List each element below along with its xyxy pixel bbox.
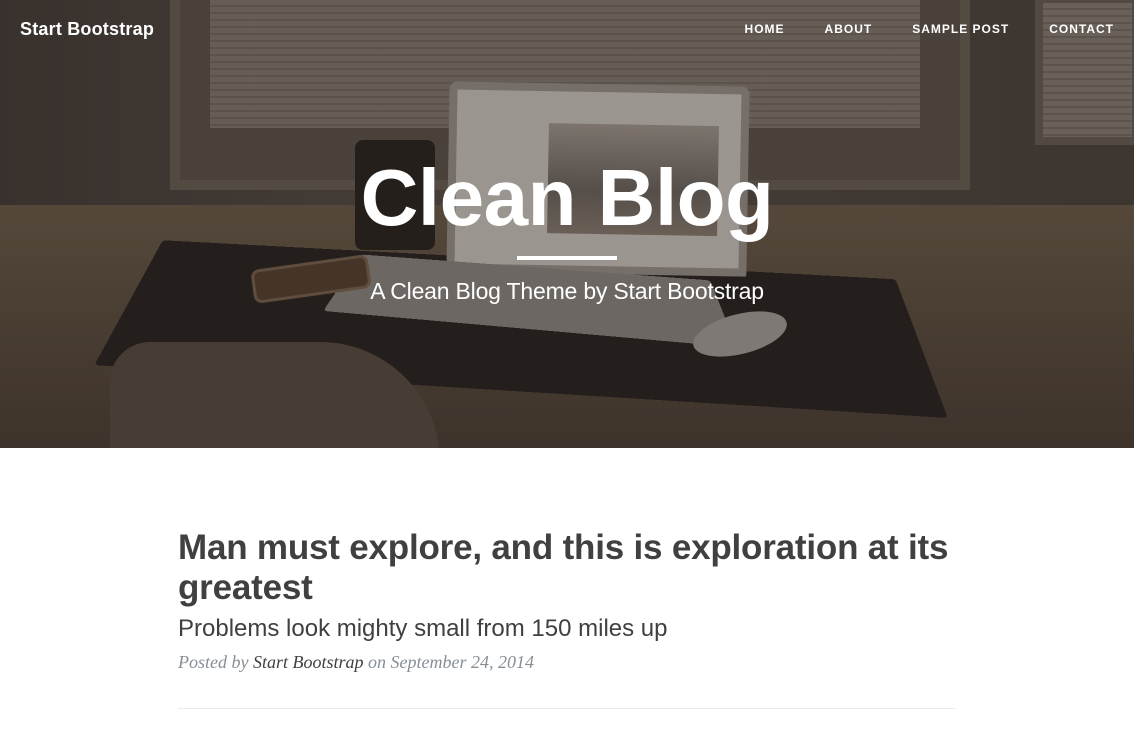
post-author-link[interactable]: Start Bootstrap (253, 652, 364, 672)
post-subtitle: Problems look mighty small from 150 mile… (178, 615, 668, 642)
nav-item-home[interactable]: HOME (725, 22, 805, 36)
heading-divider (517, 256, 617, 260)
nav-item-sample-post[interactable]: SAMPLE POST (892, 22, 1029, 36)
masthead: Start Bootstrap HOME ABOUT SAMPLE POST C… (0, 0, 1134, 448)
post-divider (178, 708, 956, 709)
nav-item-contact[interactable]: CONTACT (1029, 22, 1114, 36)
post-title: Man must explore, and this is exploratio… (178, 528, 949, 607)
site-title: Clean Blog (360, 153, 774, 242)
post-link[interactable]: Man must explore, and this is exploratio… (178, 528, 956, 644)
brand-link[interactable]: Start Bootstrap (20, 19, 154, 40)
post-meta: Posted by Start Bootstrap on September 2… (178, 652, 956, 673)
post-meta-on: on (368, 652, 386, 672)
nav-menu: HOME ABOUT SAMPLE POST CONTACT (725, 22, 1114, 36)
post-date: September 24, 2014 (390, 652, 534, 672)
site-heading: Clean Blog A Clean Blog Theme by Start B… (0, 150, 1134, 305)
site-subheading: A Clean Blog Theme by Start Bootstrap (370, 278, 764, 304)
post-meta-prefix: Posted by (178, 652, 249, 672)
nav-item-about[interactable]: ABOUT (805, 22, 893, 36)
post-preview: Man must explore, and this is exploratio… (178, 528, 956, 673)
